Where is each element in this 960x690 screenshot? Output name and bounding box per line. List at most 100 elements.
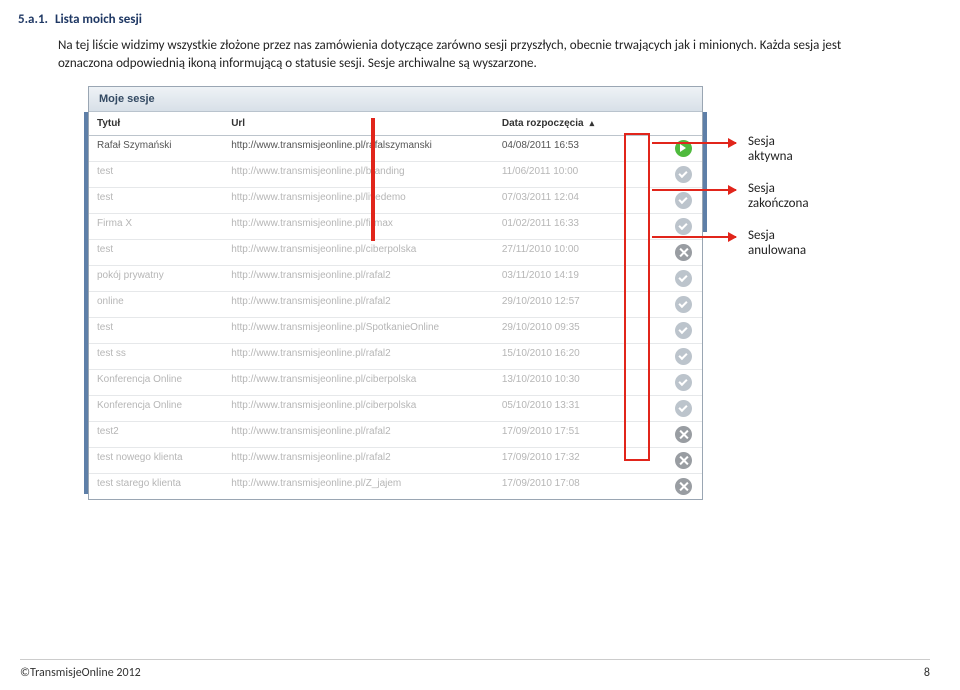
table-row[interactable]: testhttp://www.transmisjeonline.pl/brand… (89, 162, 702, 188)
col-status-header (664, 112, 702, 136)
panel-title: Moje sesje (89, 87, 702, 112)
cell-date: 01/02/2011 16:33 (494, 214, 665, 240)
cell-date: 03/11/2010 14:19 (494, 266, 665, 292)
table-row[interactable]: testhttp://www.transmisjeonline.pl/lived… (89, 188, 702, 214)
check-icon[interactable] (675, 400, 692, 417)
cell-url: http://www.transmisjeonline.pl/rafal2 (223, 448, 494, 474)
check-icon[interactable] (675, 192, 692, 209)
cell-status (664, 318, 702, 344)
section-body: Na tej liście widzimy wszystkie złożone … (58, 37, 878, 72)
section-number: 5.a.1. (18, 12, 48, 27)
cell-title: test (89, 188, 223, 214)
close-icon[interactable] (675, 244, 692, 261)
cell-url: http://www.transmisjeonline.pl/ciberpols… (223, 240, 494, 266)
table-row[interactable]: test sshttp://www.transmisjeonline.pl/ra… (89, 344, 702, 370)
cell-status (664, 292, 702, 318)
cell-date: 04/08/2011 16:53 (494, 136, 665, 162)
label-active: Sesja aktywna (748, 134, 793, 164)
arrow-done (652, 189, 736, 191)
col-url-header[interactable]: Url (223, 112, 494, 136)
cell-url: http://www.transmisjeonline.pl/livedemo (223, 188, 494, 214)
cell-url: http://www.transmisjeonline.pl/ciberpols… (223, 370, 494, 396)
table-row[interactable]: Firma Xhttp://www.transmisjeonline.pl/fi… (89, 214, 702, 240)
col-date-header[interactable]: Data rozpoczęcia (494, 112, 665, 136)
left-scroll-decor (84, 112, 88, 494)
right-scroll-decor (703, 112, 707, 232)
section-title: Lista moich sesji (55, 12, 142, 27)
table-row[interactable]: test nowego klientahttp://www.transmisje… (89, 448, 702, 474)
table-row[interactable]: onlinehttp://www.transmisjeonline.pl/raf… (89, 292, 702, 318)
footer-copyright: ©TransmisjeOnline 2012 (20, 666, 141, 680)
cell-status (664, 474, 702, 500)
cell-date: 11/06/2011 10:00 (494, 162, 665, 188)
label-cancel: Sesja anulowana (748, 228, 806, 258)
cell-title: test ss (89, 344, 223, 370)
check-icon[interactable] (675, 322, 692, 339)
cell-date: 17/09/2010 17:08 (494, 474, 665, 500)
table-row[interactable]: Rafał Szymańskihttp://www.transmisjeonli… (89, 136, 702, 162)
cell-date: 29/10/2010 12:57 (494, 292, 665, 318)
footer-rule (20, 659, 930, 660)
table-row[interactable]: test starego klientahttp://www.transmisj… (89, 474, 702, 500)
cell-url: http://www.transmisjeonline.pl/rafal2 (223, 292, 494, 318)
cell-title: test (89, 318, 223, 344)
cell-title: pokój prywatny (89, 266, 223, 292)
cell-title: Konferencja Online (89, 396, 223, 422)
label-done: Sesja zakończona (748, 181, 809, 211)
col-title-header[interactable]: Tytuł (89, 112, 223, 136)
cell-title: Rafał Szymański (89, 136, 223, 162)
cell-status (664, 370, 702, 396)
cell-title: test (89, 240, 223, 266)
arrow-cancel (652, 236, 736, 238)
check-icon[interactable] (675, 166, 692, 183)
cell-date: 07/03/2011 12:04 (494, 188, 665, 214)
cell-url: http://www.transmisjeonline.pl/branding (223, 162, 494, 188)
cell-title: test starego klienta (89, 474, 223, 500)
check-icon[interactable] (675, 374, 692, 391)
arrow-active (652, 142, 736, 144)
cell-title: Firma X (89, 214, 223, 240)
table-row[interactable]: testhttp://www.transmisjeonline.pl/ciber… (89, 240, 702, 266)
table-row[interactable]: pokój prywatnyhttp://www.transmisjeonlin… (89, 266, 702, 292)
cell-title: test (89, 162, 223, 188)
cell-url: http://www.transmisjeonline.pl/rafal2 (223, 344, 494, 370)
cell-date: 15/10/2010 16:20 (494, 344, 665, 370)
table-row[interactable]: testhttp://www.transmisjeonline.pl/Spotk… (89, 318, 702, 344)
cell-url: http://www.transmisjeonline.pl/rafalszym… (223, 136, 494, 162)
close-icon[interactable] (675, 478, 692, 495)
cell-date: 29/10/2010 09:35 (494, 318, 665, 344)
check-icon[interactable] (675, 270, 692, 287)
cell-status (664, 162, 702, 188)
cell-title: Konferencja Online (89, 370, 223, 396)
check-icon[interactable] (675, 218, 692, 235)
cell-status (664, 396, 702, 422)
cell-status (664, 188, 702, 214)
cell-date: 05/10/2010 13:31 (494, 396, 665, 422)
cell-title: online (89, 292, 223, 318)
table-row[interactable]: test2http://www.transmisjeonline.pl/rafa… (89, 422, 702, 448)
check-icon[interactable] (675, 296, 692, 313)
cell-url: http://www.transmisjeonline.pl/rafal2 (223, 422, 494, 448)
cell-url: http://www.transmisjeonline.pl/rafal2 (223, 266, 494, 292)
cell-status (664, 266, 702, 292)
cell-url: http://www.transmisjeonline.pl/Spotkanie… (223, 318, 494, 344)
app-screenshot: Moje sesje Tytuł Url Data rozpoczęcia Ra… (88, 86, 703, 500)
close-icon[interactable] (675, 452, 692, 469)
cell-url: http://www.transmisjeonline.pl/firmax (223, 214, 494, 240)
cell-url: http://www.transmisjeonline.pl/ciberpols… (223, 396, 494, 422)
close-icon[interactable] (675, 426, 692, 443)
cell-status (664, 344, 702, 370)
table-row[interactable]: Konferencja Onlinehttp://www.transmisjeo… (89, 396, 702, 422)
sessions-table: Tytuł Url Data rozpoczęcia Rafał Szymańs… (89, 112, 702, 499)
cell-date: 13/10/2010 10:30 (494, 370, 665, 396)
cell-status (664, 240, 702, 266)
cell-date: 17/09/2010 17:32 (494, 448, 665, 474)
check-icon[interactable] (675, 348, 692, 365)
cell-url: http://www.transmisjeonline.pl/Z_jajem (223, 474, 494, 500)
cell-status (664, 448, 702, 474)
cell-date: 27/11/2010 10:00 (494, 240, 665, 266)
cell-title: test nowego klienta (89, 448, 223, 474)
cell-status (664, 136, 702, 162)
page-number: 8 (924, 666, 930, 680)
table-row[interactable]: Konferencja Onlinehttp://www.transmisjeo… (89, 370, 702, 396)
